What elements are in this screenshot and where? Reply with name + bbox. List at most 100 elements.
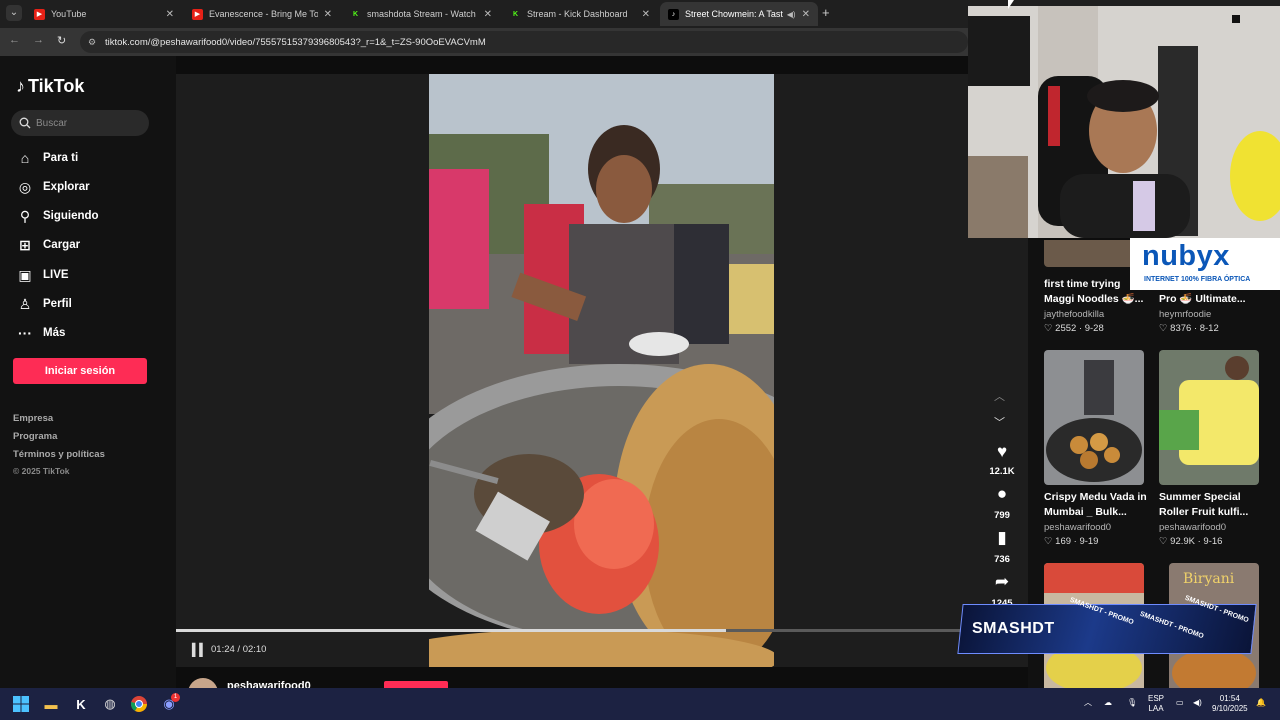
site-info-icon[interactable]: ⚙: [88, 37, 99, 48]
nav-cargar[interactable]: ⊞ Cargar: [16, 235, 80, 255]
comment-icon[interactable]: ●: [990, 484, 1014, 504]
obs-icon[interactable]: ◍: [101, 695, 119, 713]
new-tab-button[interactable]: +: [822, 5, 830, 20]
nav-perfil[interactable]: ♙ Perfil: [16, 294, 72, 314]
profile-icon: ♙: [18, 295, 32, 312]
video-progress-bar[interactable]: [176, 629, 1028, 632]
mic-icon[interactable]: 🎙: [1127, 698, 1137, 708]
close-icon[interactable]: ✕: [802, 9, 810, 20]
close-icon[interactable]: ✕: [324, 9, 332, 20]
plus-icon: ⊞: [19, 236, 31, 253]
login-button[interactable]: Iniciar sesión: [13, 358, 147, 384]
smashdt-promo-overlay: SMASHDT SMASHDT - PROMO SMASHDT - PROMO …: [957, 595, 1258, 658]
footer-link-programa[interactable]: Programa: [13, 431, 57, 442]
related-title-3[interactable]: Crispy Medu Vada in Mumbai _ Bulk...: [1044, 490, 1148, 520]
tab-smashdota[interactable]: K smashdota Stream - Watch Live ✕: [342, 2, 500, 26]
tiktok-sidebar: ♪ TikTok ⌂ Para ti ◎ Explorar ⚲ Siguiend…: [0, 56, 176, 688]
mouse-cursor: [1008, 0, 1014, 9]
video-scene-street-chowmein: [429, 74, 774, 667]
tray-chevron-icon[interactable]: ︿: [1084, 698, 1092, 708]
chevron-down-icon[interactable]: ﹀: [994, 414, 1005, 430]
tab-tiktok-active[interactable]: ♪ Street Chowmein: A Taste o ◀) ✕: [660, 2, 818, 26]
pause-icon[interactable]: ▍▍: [192, 643, 209, 657]
search-icon: [19, 117, 31, 129]
kick-icon: K: [512, 10, 519, 18]
compass-icon: ◎: [18, 178, 32, 195]
close-icon[interactable]: ✕: [166, 9, 174, 20]
sponsor-banner: nubyx INTERNET 100% FIBRA ÓPTICA: [1130, 238, 1280, 290]
thumb-medu-vada-image: [1044, 350, 1144, 485]
file-explorer-icon[interactable]: ▬: [42, 695, 60, 713]
windows-start-icon[interactable]: [12, 695, 30, 713]
volume-icon[interactable]: ◀): [1193, 698, 1202, 708]
likes-count: 12.1K: [989, 466, 1015, 477]
related-author-3[interactable]: peshawarifood0: [1044, 522, 1111, 533]
comments-count: 799: [994, 510, 1010, 521]
screen: ⌄ ▶ YouTube ✕ ▶ Evanescence - Bring Me T…: [0, 0, 1280, 720]
address-bar[interactable]: ⚙ tiktok.com/@peshawarifood0/video/75557…: [80, 31, 968, 53]
biryani-thumb-text: Biryani: [1183, 571, 1235, 587]
bookmark-icon[interactable]: ▮: [990, 528, 1014, 548]
related-author-1[interactable]: jaythefoodkilla: [1044, 309, 1104, 320]
tab-kick-dashboard[interactable]: K Stream - Kick Dashboard ✕: [502, 2, 658, 26]
nav-live[interactable]: ▣ LIVE: [16, 265, 68, 285]
sponsor-brand: nubyx: [1142, 240, 1230, 272]
sponsor-tagline: INTERNET 100% FIBRA ÓPTICA: [1144, 276, 1251, 283]
header-gap: [176, 56, 968, 74]
url-text: tiktok.com/@peshawarifood0/video/7555751…: [105, 36, 486, 48]
webcam-corner-icon: [1232, 15, 1240, 23]
cloud-icon[interactable]: ☁: [1104, 698, 1112, 708]
related-thumb-1[interactable]: [1044, 240, 1144, 267]
video-frame[interactable]: [429, 74, 774, 667]
video-author-bar: peshawarifood0: [176, 667, 1028, 708]
tab-evanescence[interactable]: ▶ Evanescence - Bring Me To Life ✕: [184, 2, 340, 26]
nav-explorar[interactable]: ◎ Explorar: [16, 177, 90, 197]
nav-mas[interactable]: ··· Más: [16, 323, 65, 343]
network-icon[interactable]: ▭: [1176, 698, 1184, 708]
forward-icon[interactable]: →: [33, 34, 44, 46]
heart-icon[interactable]: ♥: [990, 442, 1014, 462]
video-time: 01:24 / 02:10: [211, 644, 267, 655]
tiktok-icon: ♪: [668, 8, 679, 20]
footer-link-empresa[interactable]: Empresa: [13, 413, 53, 424]
chevron-up-icon[interactable]: ︿: [994, 388, 1005, 404]
share-icon[interactable]: ➦: [990, 572, 1014, 592]
chrome-icon[interactable]: [130, 695, 148, 713]
close-icon[interactable]: ✕: [642, 9, 650, 20]
search-box[interactable]: [11, 110, 149, 136]
youtube-icon: ▶: [34, 8, 45, 20]
youtube-icon: ▶: [192, 8, 203, 20]
kick-app-icon[interactable]: K: [72, 695, 90, 713]
tab-search-button[interactable]: ⌄: [6, 5, 22, 21]
reload-icon[interactable]: ↻: [57, 34, 66, 47]
related-title-4[interactable]: Summer Special Roller Fruit kulfi...: [1159, 490, 1263, 520]
related-title-2[interactable]: Pro 🍜 Ultimate...: [1159, 292, 1263, 307]
search-input[interactable]: [36, 117, 136, 129]
related-thumb-3[interactable]: [1044, 350, 1144, 485]
live-icon: ▣: [18, 266, 32, 283]
clock[interactable]: 01:54 9/10/2025: [1212, 694, 1248, 714]
nav-siguiendo[interactable]: ⚲ Siguiendo: [16, 206, 99, 226]
footer-link-terminos[interactable]: Términos y políticas: [13, 449, 105, 460]
speaker-icon[interactable]: ◀): [787, 10, 796, 19]
close-icon[interactable]: ✕: [484, 9, 492, 20]
home-icon: ⌂: [20, 150, 30, 166]
language-indicator[interactable]: ESP LAA: [1148, 694, 1164, 714]
saves-count: 736: [994, 554, 1010, 565]
browser-toolbar: ← → ↻ ⚙ tiktok.com/@peshawarifood0/video…: [0, 28, 970, 56]
tiktok-logo[interactable]: ♪ TikTok: [16, 76, 84, 97]
tab-youtube[interactable]: ▶ YouTube ✕: [26, 2, 182, 26]
related-thumb-4[interactable]: [1159, 350, 1259, 485]
windows-taskbar: ▬ K ◍ ◉ 1 ︿ ☁ 🎙 ESP LAA ▭ ◀) 01:54 9/10/…: [0, 688, 1280, 720]
related-stats-4: ♡ 92.9K · 9-16: [1159, 536, 1223, 547]
nav-para-ti[interactable]: ⌂ Para ti: [16, 148, 78, 168]
back-icon[interactable]: ←: [9, 34, 20, 46]
notification-bell-icon[interactable]: 🔔: [1256, 698, 1266, 708]
user-icon: ⚲: [19, 207, 31, 224]
related-stats-1: ♡ 2552 · 9-28: [1044, 323, 1104, 334]
tiktok-note-icon: ♪: [16, 76, 25, 96]
kick-icon: K: [352, 10, 359, 18]
related-stats-2: ♡ 8376 · 8-12: [1159, 323, 1219, 334]
related-author-2[interactable]: heymrfoodie: [1159, 309, 1211, 320]
related-author-4[interactable]: peshawarifood0: [1159, 522, 1226, 533]
